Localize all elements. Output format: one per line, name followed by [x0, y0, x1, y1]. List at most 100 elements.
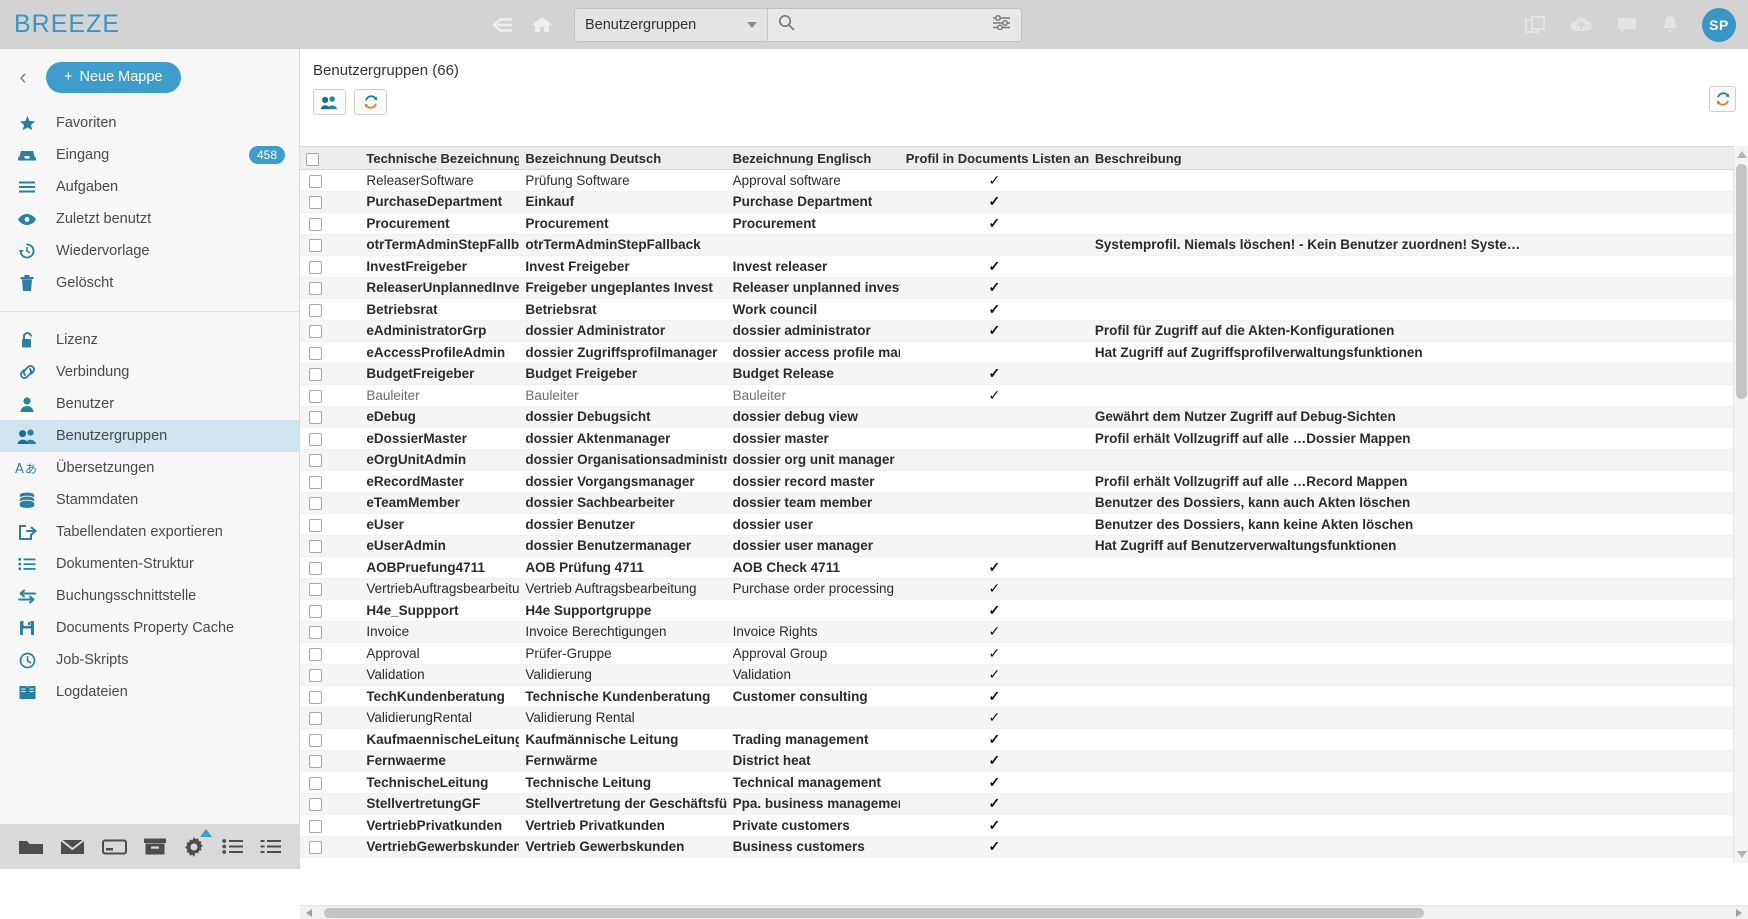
- search-input[interactable]: [803, 16, 984, 33]
- table-row[interactable]: Bauleiter Bauleiter Bauleiter ✓: [300, 384, 1733, 407]
- windows-icon[interactable]: [1524, 15, 1546, 35]
- horizontal-scroll-thumb[interactable]: [324, 908, 1424, 918]
- row-checkbox[interactable]: [308, 411, 322, 425]
- row-checkbox[interactable]: [308, 669, 322, 683]
- row-checkbox[interactable]: [308, 712, 322, 726]
- sidebar-item-verbindung[interactable]: Verbindung: [0, 356, 299, 388]
- refresh-list-button[interactable]: [1709, 86, 1736, 112]
- filter-settings-icon[interactable]: [992, 14, 1011, 35]
- table-row[interactable]: KaufmaennischeLeitung Kaufmännische Leitu…: [300, 728, 1733, 751]
- row-select-cell[interactable]: [300, 621, 331, 643]
- new-group-button[interactable]: [313, 89, 346, 115]
- sidebar-item-aufgaben[interactable]: Aufgaben: [0, 171, 299, 203]
- row-checkbox[interactable]: [308, 690, 322, 704]
- row-select-cell[interactable]: [300, 578, 331, 600]
- folder-icon[interactable]: [18, 837, 44, 857]
- row-select-cell[interactable]: [300, 320, 331, 342]
- row-select-cell[interactable]: [300, 449, 331, 471]
- table-row[interactable]: StellvertretungGF Stellvertretung der Ges…: [300, 793, 1733, 815]
- sidebar-item-benutzergruppen[interactable]: Benutzergruppen: [0, 420, 299, 452]
- cloud-upload-icon[interactable]: [1568, 15, 1594, 35]
- row-checkbox[interactable]: [308, 755, 322, 769]
- table-row[interactable]: Invoice Invoice Berechtigungen Invoice Rig…: [300, 621, 1733, 643]
- row-select-cell[interactable]: [300, 728, 331, 751]
- row-checkbox[interactable]: [308, 841, 322, 855]
- table-row[interactable]: TechnischeLeitung Technische Leitung Techn…: [300, 771, 1733, 794]
- select-all-checkbox[interactable]: [306, 152, 319, 166]
- sidebar-item-uebersetzungen[interactable]: Aあ Übersetzungen: [0, 452, 299, 484]
- table-row[interactable]: otrTermAdminStepFallbackotrTermAdminStep…: [300, 234, 1733, 256]
- col-header-en[interactable]: Bezeichnung Englisch: [726, 146, 900, 170]
- row-select-cell[interactable]: [300, 642, 331, 665]
- row-select-cell[interactable]: [300, 556, 331, 579]
- sidebar-item-geloescht[interactable]: Gelöscht: [0, 267, 299, 299]
- row-select-cell[interactable]: [300, 234, 331, 256]
- row-select-cell[interactable]: [300, 363, 331, 385]
- row-select-cell[interactable]: [300, 664, 331, 686]
- table-row[interactable]: Fernwaerme Fernwärme District heat ✓: [300, 750, 1733, 772]
- sidebar-item-tabellendaten-exportieren[interactable]: Tabellendaten exportieren: [0, 516, 299, 548]
- table-row[interactable]: VertriebGewerbskunden Vertrieb Gewerbskun…: [300, 836, 1733, 858]
- sidebar-item-benutzer[interactable]: Benutzer: [0, 388, 299, 420]
- scroll-down-arrow-icon[interactable]: [1737, 851, 1747, 858]
- col-header-tech[interactable]: Technische Bezeichnung: [360, 146, 520, 170]
- table-row[interactable]: Betriebsrat Betriebsrat Work council ✓: [300, 298, 1733, 321]
- row-select-cell[interactable]: [300, 836, 331, 858]
- row-select-cell[interactable]: [300, 298, 331, 321]
- table-row[interactable]: eUser dossier Benutzer dossier user Benutze…: [300, 513, 1733, 536]
- row-checkbox[interactable]: [308, 497, 322, 511]
- row-select-cell[interactable]: [300, 384, 331, 407]
- row-select-cell[interactable]: [300, 470, 331, 493]
- sidebar-item-eingang[interactable]: Eingang 458: [0, 139, 299, 171]
- row-checkbox[interactable]: [308, 325, 322, 339]
- new-folder-button[interactable]: + Neue Mappe: [46, 61, 181, 93]
- row-checkbox[interactable]: [308, 303, 322, 317]
- table-row[interactable]: eAccessProfileAdmin dossier Zugriffsprofi…: [300, 341, 1733, 364]
- row-select-cell[interactable]: [300, 212, 331, 235]
- select-all-header[interactable]: [300, 146, 331, 170]
- row-checkbox[interactable]: [308, 368, 322, 382]
- row-select-cell[interactable]: [300, 685, 331, 708]
- sidebar-item-favoriten[interactable]: Favoriten: [0, 107, 299, 139]
- table-row[interactable]: eUserAdmin dossier Benutzermanager dossier…: [300, 535, 1733, 557]
- table-row[interactable]: eDossierMaster dossier Aktenmanager dossie…: [300, 427, 1733, 450]
- sidebar-item-stammdaten[interactable]: Stammdaten: [0, 484, 299, 516]
- sidebar-item-documents-property-cache[interactable]: Documents Property Cache: [0, 612, 299, 644]
- table-row[interactable]: TechKundenberatung Technische Kundenberat…: [300, 685, 1733, 708]
- mail-icon[interactable]: [60, 838, 86, 856]
- table-row[interactable]: ReleaserSoftware Prüfung Software Approval…: [300, 169, 1733, 192]
- table-row[interactable]: Validation Validierung Validation ✓: [300, 664, 1733, 686]
- chat-icon[interactable]: [1616, 15, 1638, 35]
- scroll-left-arrow-icon[interactable]: [306, 909, 312, 917]
- table-row[interactable]: PurchaseDepartment Einkauf Purchase Depart…: [300, 191, 1733, 213]
- table-row[interactable]: BudgetFreigeber Budget Freigeber Budget Re…: [300, 363, 1733, 385]
- row-select-cell[interactable]: [300, 277, 331, 299]
- row-select-cell[interactable]: [300, 814, 331, 837]
- bell-icon[interactable]: [1660, 14, 1680, 35]
- table-row[interactable]: H4e_Suppport H4e Supportgruppe ✓: [300, 599, 1733, 622]
- gear-icon[interactable]: [183, 828, 213, 858]
- back-arrow-icon[interactable]: [490, 15, 516, 35]
- row-checkbox[interactable]: [308, 518, 322, 532]
- row-checkbox[interactable]: [308, 389, 322, 403]
- row-select-cell[interactable]: [300, 492, 331, 514]
- row-checkbox[interactable]: [308, 776, 322, 790]
- vertical-scroll-thumb[interactable]: [1736, 164, 1747, 399]
- row-select-cell[interactable]: [300, 255, 331, 278]
- row-checkbox[interactable]: [308, 583, 322, 597]
- chevron-left-icon[interactable]: ‹: [10, 64, 36, 90]
- list-detail-icon[interactable]: [260, 838, 282, 855]
- row-select-cell[interactable]: [300, 750, 331, 772]
- row-select-cell[interactable]: [300, 406, 331, 428]
- row-checkbox[interactable]: [308, 475, 322, 489]
- col-header-de[interactable]: Bezeichnung Deutsch: [519, 146, 727, 170]
- col-header-desc[interactable]: Beschreibung: [1088, 146, 1733, 170]
- row-checkbox[interactable]: [308, 239, 322, 253]
- row-checkbox[interactable]: [308, 798, 322, 812]
- row-select-cell[interactable]: [300, 169, 331, 192]
- table-row[interactable]: VertriebAuftragsbearbeitung Vertrieb Auft…: [300, 578, 1733, 600]
- table-row[interactable]: VertriebPrivatkunden Vertrieb Privatkunde…: [300, 814, 1733, 837]
- row-checkbox[interactable]: [308, 260, 322, 274]
- row-select-cell[interactable]: [300, 599, 331, 622]
- table-row[interactable]: eOrgUnitAdmin dossier Organisationsadmini…: [300, 449, 1733, 471]
